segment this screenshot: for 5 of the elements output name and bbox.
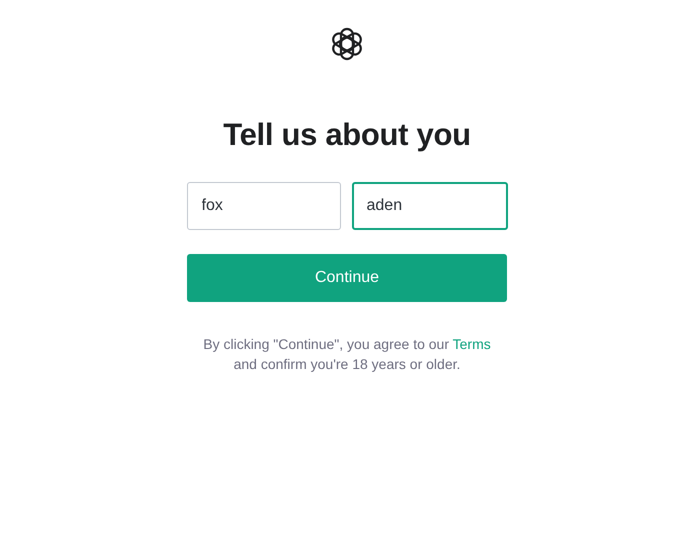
page-heading: Tell us about you — [223, 116, 471, 154]
input-field[interactable]: aden — [352, 182, 508, 230]
input-field[interactable]: fox — [186, 182, 340, 230]
knot-icon — [330, 27, 364, 61]
terms-notice: By clicking "Continue", you agree to our Terms and confirm you're 18 years or older. — [202, 335, 492, 374]
